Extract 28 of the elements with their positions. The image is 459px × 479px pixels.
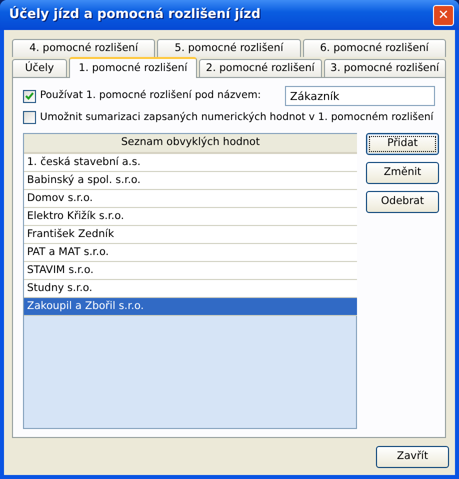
tab[interactable]: 2. pomocné rozlišení xyxy=(199,59,322,77)
tab[interactable]: 5. pomocné rozlišení xyxy=(157,39,301,57)
button[interactable]: Přidat xyxy=(366,133,439,156)
checkbox[interactable] xyxy=(23,111,36,124)
list-item[interactable]: 1. česká stavební a.s. xyxy=(24,154,357,172)
column-header: Seznam obvyklých hodnot xyxy=(24,134,357,154)
tab[interactable]: Účely xyxy=(12,59,67,77)
list-item[interactable]: Zakoupil a Zbořil s.r.o. xyxy=(24,298,357,316)
list-item[interactable]: Domov s.r.o. xyxy=(24,190,357,208)
checkbox-label: Umožnit sumarizaci zapsaných numerických hodnot v 1. pomocném rozlišení xyxy=(40,110,434,125)
list-item[interactable]: Elektro Křižík s.r.o. xyxy=(24,208,357,226)
list-item[interactable]: Babinský a spol. s.r.o. xyxy=(24,172,357,190)
button[interactable]: Změnit xyxy=(366,162,439,184)
list-item[interactable]: František Zedník xyxy=(24,226,357,244)
tab[interactable]: 4. pomocné rozlišení xyxy=(12,39,156,57)
close-button[interactable]: ✕ xyxy=(433,4,454,26)
window-title: Účely jízd a pomocná rozlišení jízd xyxy=(9,5,261,24)
checkbox[interactable] xyxy=(23,90,36,102)
checkbox-label: Používat 1. pomocné rozlišení pod názvem: xyxy=(40,88,261,104)
button[interactable]: Odebrat xyxy=(366,191,439,214)
name-field[interactable]: Zákazník xyxy=(285,86,435,106)
list-item[interactable]: STAVIM s.r.o. xyxy=(24,262,357,280)
tab[interactable]: 6. pomocné rozlišení xyxy=(302,39,446,57)
tab[interactable]: 3. pomocné rozlišení xyxy=(324,59,446,77)
close-dialog-button[interactable]: Zavřít xyxy=(376,446,449,468)
list-item[interactable]: Studny s.r.o. xyxy=(24,280,357,298)
list-item[interactable]: PAT a MAT s.r.o. xyxy=(24,244,357,262)
tab[interactable]: 1. pomocné rozlišení xyxy=(69,57,197,78)
